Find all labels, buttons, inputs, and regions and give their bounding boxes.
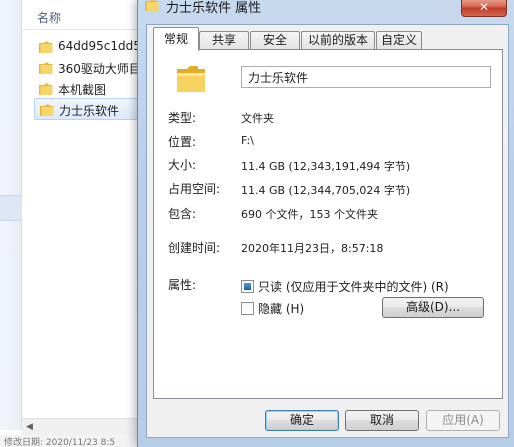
dialog-client-area: 常规 共享 安全 以前的版本 自定义 力士乐软件 类型: 文件夹 位置: F:\… [146, 24, 509, 438]
column-header-label: 名称 [37, 11, 62, 25]
size-on-disk-label: 占用空间: [168, 182, 221, 196]
created-value: 2020年11月23日，8:57:18 [241, 242, 384, 255]
contains-value: 690 个文件，153 个文件夹 [241, 208, 378, 221]
separator [167, 228, 489, 229]
tab-previous-versions[interactable]: 以前的版本 [301, 31, 375, 50]
file-list-item[interactable]: 本机截图 [34, 78, 142, 100]
folder-icon [39, 102, 55, 119]
folder-icon [174, 62, 208, 99]
file-name: 本机截图 [58, 83, 107, 97]
tab-strip: 常规 共享 安全 以前的版本 自定义 [153, 27, 503, 51]
dialog-titlebar[interactable]: 力士乐软件 属性 ✕ [138, 0, 514, 24]
file-name: 力士乐软件 [59, 104, 120, 118]
type-value: 文件夹 [241, 112, 274, 125]
file-name: 360驱动大师目 [58, 62, 141, 76]
navigation-pane[interactable] [0, 0, 22, 430]
attributes-label: 属性: [168, 278, 197, 292]
apply-button[interactable]: 应用(A) [426, 410, 500, 431]
location-label: 位置: [168, 135, 197, 149]
close-button[interactable]: ✕ [461, 0, 507, 17]
readonly-checkbox[interactable] [241, 280, 254, 293]
contains-label: 包含: [168, 207, 197, 221]
advanced-button[interactable]: 高级(D)... [382, 297, 484, 318]
dialog-title: 力士乐软件 属性 [166, 1, 262, 16]
size-label: 大小: [168, 158, 197, 172]
close-icon: ✕ [478, 0, 490, 14]
status-bar: 修改日期: 2020/11/23 8:5 [0, 435, 140, 447]
ok-button[interactable]: 确定 [265, 410, 339, 431]
cancel-button[interactable]: 取消 [345, 410, 419, 431]
folder-icon [38, 60, 54, 79]
hidden-checkbox[interactable] [241, 302, 254, 315]
file-name: 64dd95c1dd5 [58, 39, 141, 53]
column-header-name[interactable]: 名称 [22, 0, 142, 30]
tab-sharing[interactable]: 共享 [199, 31, 249, 50]
properties-dialog: 力士乐软件 属性 ✕ 常规 共享 安全 以前的版本 自定义 力士乐软件 类型: [137, 0, 514, 447]
status-text: 修改日期: 2020/11/23 8:5 [4, 438, 116, 447]
file-list-item-selected[interactable]: 力士乐软件 [34, 98, 142, 120]
file-list-item[interactable]: 64dd95c1dd5 [34, 36, 142, 58]
location-value: F:\ [241, 134, 254, 147]
general-tab-panel: 力士乐软件 类型: 文件夹 位置: F:\ 大小: 11.4 GB (12,34… [153, 49, 503, 399]
scroll-left-icon[interactable]: ◀ [26, 422, 33, 432]
folder-name-input[interactable]: 力士乐软件 [241, 66, 491, 88]
size-on-disk-value: 11.4 GB (12,344,705,024 字节) [241, 184, 411, 197]
readonly-checkbox-label[interactable]: 只读 (仅应用于文件夹中的文件) (R) [258, 278, 449, 295]
folder-icon [38, 39, 54, 58]
tab-security[interactable]: 安全 [250, 31, 300, 50]
separator [167, 262, 489, 263]
file-list-item[interactable]: 360驱动大师目 [34, 57, 142, 79]
size-value: 11.4 GB (12,343,191,494 字节) [241, 160, 411, 173]
horizontal-scrollbar[interactable]: ◀ [22, 418, 140, 435]
hidden-checkbox-label[interactable]: 隐藏 (H) [258, 300, 304, 317]
tab-general[interactable]: 常规 [153, 27, 199, 51]
separator [167, 97, 489, 98]
folder-icon [144, 0, 160, 16]
tab-customize[interactable]: 自定义 [376, 31, 422, 50]
type-label: 类型: [168, 111, 197, 125]
created-label: 创建时间: [168, 241, 221, 255]
navigation-selected-item[interactable] [0, 195, 22, 221]
